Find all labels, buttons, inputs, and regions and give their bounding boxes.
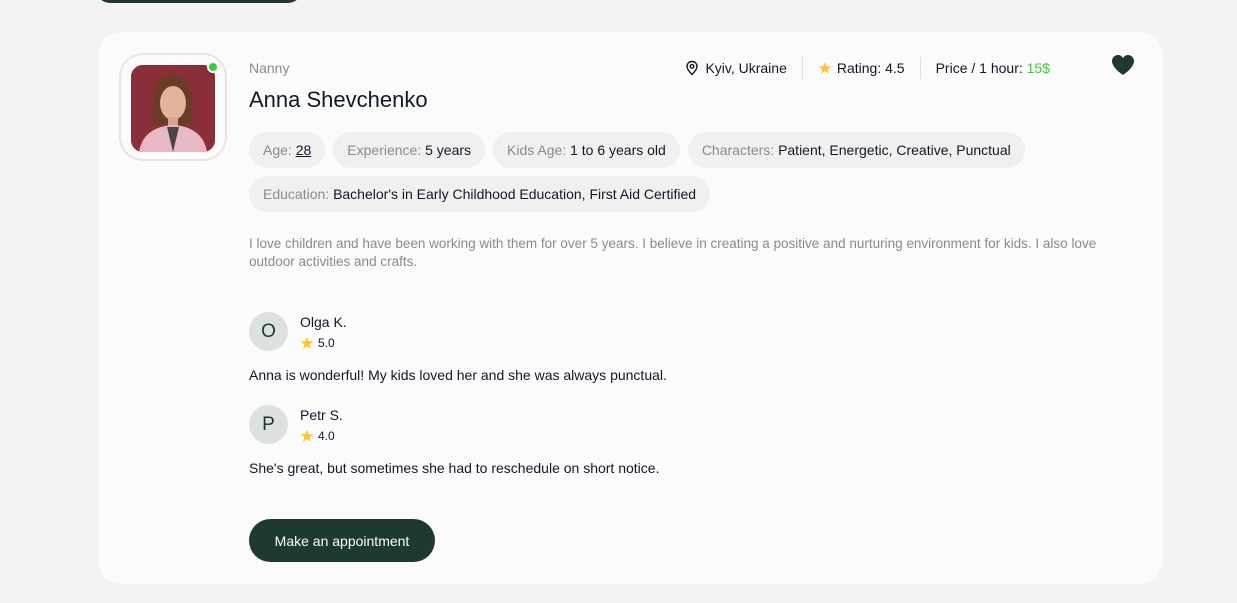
avatar <box>119 53 227 161</box>
review-text: Anna is wonderful! My kids loved her and… <box>249 367 667 383</box>
age-value: 28 <box>295 142 312 158</box>
price: Price / 1 hour: 15$ <box>921 60 1065 76</box>
review-rating-value: 4.0 <box>318 429 335 443</box>
map-pin-icon <box>686 60 699 76</box>
chip-kids-age: Kids Age: 1 to 6 years old <box>493 132 680 168</box>
online-status-dot <box>207 61 219 73</box>
reviewer-avatar: O <box>249 312 288 351</box>
review-text: She's great, but sometimes she had to re… <box>249 460 660 476</box>
price-value: 15$ <box>1026 60 1050 76</box>
location-text: Kyiv, Ukraine <box>705 60 787 76</box>
make-appointment-button[interactable]: Make an appointment <box>249 519 435 562</box>
location: Kyiv, Ukraine <box>684 60 801 76</box>
profile-name: Anna Shevchenko <box>249 87 428 112</box>
chip-experience: Experience: 5 years <box>333 132 486 168</box>
review-item: O Olga K. 5.0 Anna is wonderful! My kids… <box>249 312 667 383</box>
star-icon <box>300 336 314 349</box>
rating: Rating: 4.5 <box>803 60 920 76</box>
review-item: P Petr S. 4.0 She's great, but sometimes… <box>249 405 659 476</box>
heart-icon[interactable] <box>1111 54 1135 76</box>
reviewer-name: Olga K. <box>300 314 347 330</box>
avatar-photo <box>131 65 215 152</box>
chip-age: Age: 28 <box>249 132 326 168</box>
review-rating: 4.0 <box>300 429 343 443</box>
characters-value: Patient, Energetic, Creative, Punctual <box>778 142 1011 158</box>
nanny-card: Nanny Anna Shevchenko Kyiv, Ukraine Rati… <box>98 32 1163 584</box>
kids-age-value: 1 to 6 years old <box>570 142 666 158</box>
rating-text: Rating: 4.5 <box>836 60 905 76</box>
profile-details: Age: 28 Experience: 5 years Kids Age: 1 … <box>249 132 1069 212</box>
review-rating-value: 5.0 <box>318 336 335 350</box>
experience-value: 5 years <box>425 142 472 158</box>
star-icon <box>300 429 314 442</box>
portrait-image <box>131 65 215 152</box>
education-value: Bachelor's in Early Childhood Education,… <box>333 186 697 202</box>
about-text: I love children and have been working wi… <box>249 236 1097 269</box>
chip-education: Education: Bachelor's in Early Childhood… <box>249 176 711 212</box>
profile-meta: Kyiv, Ukraine Rating: 4.5 Price / 1 hour… <box>684 57 1065 79</box>
reviewer-name: Petr S. <box>300 407 343 423</box>
reviewer-avatar: P <box>249 405 288 444</box>
previous-card-button-edge <box>96 0 302 3</box>
star-icon <box>818 61 832 74</box>
profile-role: Nanny <box>249 60 290 76</box>
review-rating: 5.0 <box>300 336 347 350</box>
chip-characters: Characters: Patient, Energetic, Creative… <box>687 132 1025 168</box>
price-label: Price / 1 hour: <box>935 60 1027 76</box>
